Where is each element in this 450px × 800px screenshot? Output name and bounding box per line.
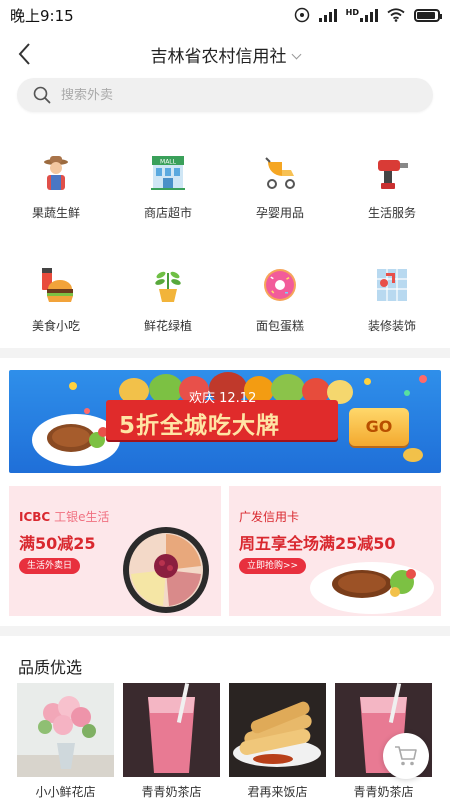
category-label: 商店超市 <box>143 206 192 220</box>
mall-icon: MALL <box>151 156 185 190</box>
promo-card-icbc[interactable]: ICBC 工银e生活 满50减25 生活外卖日 <box>9 486 221 616</box>
promo-offer: 周五享全场满25减50 <box>239 534 396 553</box>
farmer-icon <box>44 156 68 190</box>
fried-rolls-image <box>229 683 326 777</box>
plant-icon <box>155 271 181 302</box>
bank-label: ICBC 工银e生活 <box>19 508 109 525</box>
steak-plate-image <box>310 562 434 614</box>
page: 晚上9:15 HD 吉林省农村信用社 搜索外卖 果蔬生鲜 MALL 商店超市 孕… <box>0 0 450 800</box>
product-card[interactable]: 君再来饭店 <box>229 683 326 800</box>
product-name: 小小鲜花店 <box>35 785 96 799</box>
donut-icon <box>264 269 296 301</box>
category-label: 生活服务 <box>367 206 416 220</box>
battery-level <box>417 11 435 19</box>
section-divider <box>0 348 450 358</box>
confetti <box>404 390 410 396</box>
category-life-service[interactable]: 生活服务 <box>336 152 448 221</box>
category-label: 孕婴用品 <box>255 206 304 220</box>
section-divider <box>0 626 450 636</box>
promo-banner[interactable]: 欢庆 12.12 5折全城吃大牌 GO <box>9 370 441 473</box>
category-label: 果蔬生鲜 <box>31 206 80 220</box>
confetti <box>364 378 371 385</box>
promo-card-cgb[interactable]: 广发信用卡 周五享全场满25减50 立即抢购>> <box>229 486 441 616</box>
header: 吉林省农村信用社 <box>0 32 450 76</box>
chevron-down-icon[interactable] <box>291 49 301 60</box>
category-label: 鲜花绿植 <box>143 319 192 333</box>
status-bar: 晚上9:15 HD <box>0 0 450 30</box>
banner-subtitle: 欢庆 12.12 <box>189 391 257 406</box>
category-fruits-veg[interactable]: 果蔬生鲜 <box>0 152 112 221</box>
product-name: 青青奶茶店 <box>141 785 202 799</box>
promo-tag[interactable]: 生活外卖日 <box>19 558 81 574</box>
svg-text:MALL: MALL <box>160 159 177 166</box>
category-baby[interactable]: 孕婴用品 <box>224 152 336 221</box>
search-input[interactable] <box>61 87 361 103</box>
category-label: 装修装饰 <box>367 319 416 333</box>
shower-icon <box>377 269 407 301</box>
bank-logo-text: ICBC <box>19 510 51 524</box>
product-image <box>17 683 114 777</box>
promo-offer: 满50减25 <box>19 534 96 553</box>
network-label: HD <box>345 8 359 17</box>
product-image <box>229 683 326 777</box>
wifi-icon <box>387 8 405 22</box>
category-flowers[interactable]: 鲜花绿植 <box>112 265 224 334</box>
confetti <box>419 375 427 383</box>
go-button[interactable]: GO <box>349 408 409 446</box>
platter-image <box>123 527 209 613</box>
bank-name: 广发信用卡 <box>239 510 300 524</box>
cart-icon <box>395 746 417 766</box>
category-snacks[interactable]: 美食小吃 <box>0 265 112 334</box>
signal-hd-icon: HD <box>346 8 378 22</box>
search-bar[interactable] <box>17 78 433 112</box>
product-card[interactable]: 小小鲜花店 <box>17 683 114 800</box>
bank-name: 工银e生活 <box>54 510 110 524</box>
search-icon <box>33 86 51 104</box>
flowers-image <box>17 683 114 777</box>
confetti <box>69 382 77 390</box>
coin-decoration <box>403 448 423 462</box>
category-store-market[interactable]: MALL 商店超市 <box>112 152 224 221</box>
promo-tag[interactable]: 立即抢购>> <box>239 558 307 574</box>
status-icons: HD <box>294 7 442 23</box>
banner-headline: 5折全城吃大牌 <box>119 413 281 439</box>
category-label: 美食小吃 <box>31 319 80 333</box>
signal-icon <box>318 8 337 22</box>
battery-icon <box>414 8 442 22</box>
burger-icon <box>42 268 73 302</box>
hotspot-icon <box>294 7 309 23</box>
status-time: 晚上9:15 <box>10 6 74 25</box>
drill-icon <box>378 160 408 189</box>
category-label: 面包蛋糕 <box>255 319 304 333</box>
cart-button[interactable] <box>383 733 429 779</box>
category-bakery[interactable]: 面包蛋糕 <box>224 265 336 334</box>
product-name: 青青奶茶店 <box>353 785 414 799</box>
page-title[interactable]: 吉林省农村信用社 <box>151 47 287 67</box>
location-title[interactable]: 吉林省农村信用社 <box>0 42 450 67</box>
section-title: 品质优选 <box>18 658 83 677</box>
product-image <box>123 683 220 777</box>
bank-label: 广发信用卡 <box>239 508 299 525</box>
category-decoration[interactable]: 装修装饰 <box>336 265 448 334</box>
product-card[interactable]: 青青奶茶店 <box>123 683 220 800</box>
stroller-icon <box>265 157 295 189</box>
pink-drink-image <box>123 683 220 777</box>
product-name: 君再来饭店 <box>247 785 308 799</box>
